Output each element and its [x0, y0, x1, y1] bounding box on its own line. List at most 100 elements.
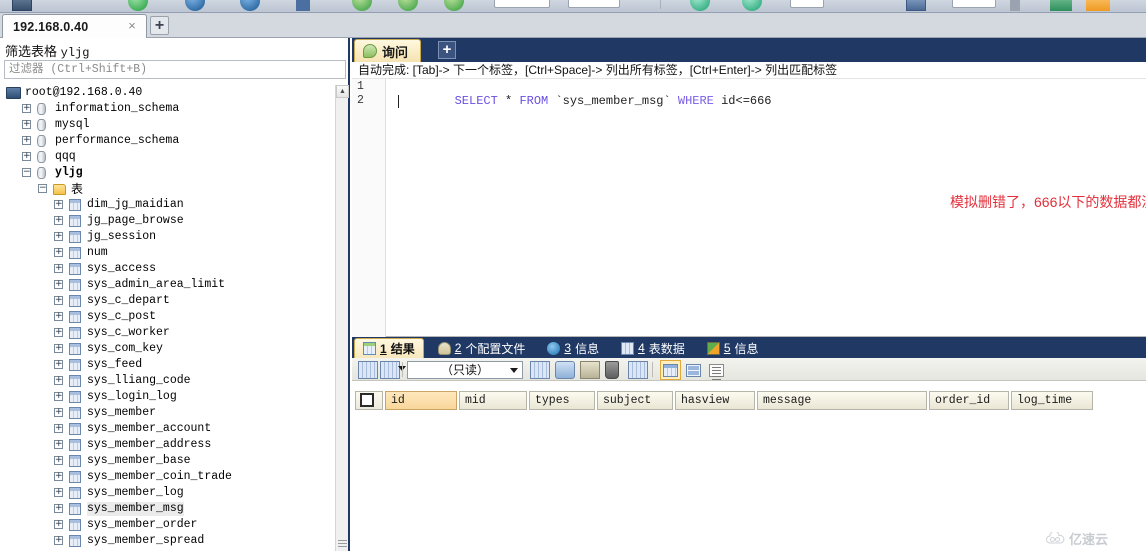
- tree-item-dim_jg_maidian[interactable]: + dim_jg_maidian: [0, 197, 335, 213]
- tree-item-sys_login_log[interactable]: + sys_login_log: [0, 389, 335, 405]
- tree-expander[interactable]: +: [54, 424, 63, 433]
- tree-item-sys_member_address[interactable]: + sys_member_address: [0, 437, 335, 453]
- misc-icon[interactable]: [1010, 0, 1020, 11]
- tree-expander[interactable]: +: [54, 536, 63, 545]
- tree-item-[interactable]: − 表: [0, 181, 335, 197]
- tree-expander[interactable]: +: [54, 280, 63, 289]
- tree-expander[interactable]: +: [54, 472, 63, 481]
- result-tab-5[interactable]: 5 信息: [699, 338, 767, 358]
- scroll-up-arrow[interactable]: ▲: [336, 85, 349, 98]
- grid-export-icon[interactable]: [380, 361, 400, 379]
- trash-icon[interactable]: [605, 361, 619, 379]
- tree-expander[interactable]: +: [54, 520, 63, 529]
- tree-item-sys_member_base[interactable]: + sys_member_base: [0, 453, 335, 469]
- export-icon[interactable]: [240, 0, 260, 11]
- tree-item-sys_member_order[interactable]: + sys_member_order: [0, 517, 335, 533]
- grid-import-icon[interactable]: [358, 361, 378, 379]
- run-icon[interactable]: [398, 0, 418, 11]
- new-connection-tab-button[interactable]: +: [150, 16, 169, 35]
- tree-item-jg_session[interactable]: + jg_session: [0, 229, 335, 245]
- tree-item-sys_feed[interactable]: + sys_feed: [0, 357, 335, 373]
- tree-expander[interactable]: +: [54, 504, 63, 513]
- tree-item-jg_page_browse[interactable]: + jg_page_browse: [0, 213, 335, 229]
- grid-column-header[interactable]: log_time: [1011, 391, 1093, 410]
- tree-item-sys_member_account[interactable]: + sys_member_account: [0, 421, 335, 437]
- new-icon[interactable]: [352, 0, 372, 11]
- tree-expander[interactable]: +: [54, 312, 63, 321]
- duplicate-record-icon[interactable]: [555, 361, 575, 379]
- tree-item-sys_member_msg[interactable]: + sys_member_msg: [0, 501, 335, 517]
- tree-item-sys_admin_area_limit[interactable]: + sys_admin_area_limit: [0, 277, 335, 293]
- filter-input[interactable]: 过滤器 (Ctrl+Shift+B): [4, 60, 346, 79]
- grid-column-header[interactable]: mid: [459, 391, 527, 410]
- tree-expander[interactable]: −: [22, 168, 31, 177]
- second-box[interactable]: [568, 0, 620, 8]
- result-tab-3[interactable]: 3 信息: [539, 338, 607, 358]
- tree-item-sys_c_post[interactable]: + sys_c_post: [0, 309, 335, 325]
- tree-item-information_schema[interactable]: + information_schema: [0, 101, 335, 117]
- grid-column-header[interactable]: subject: [597, 391, 673, 410]
- settings-icon[interactable]: [790, 0, 824, 8]
- result-tab-4[interactable]: 4 表数据: [613, 338, 693, 358]
- tree-expander[interactable]: +: [54, 376, 63, 385]
- form-view-button[interactable]: [683, 360, 704, 380]
- tree-item-sys_lliang_code[interactable]: + sys_lliang_code: [0, 373, 335, 389]
- tree-item-sys_member[interactable]: + sys_member: [0, 405, 335, 421]
- tree-expander[interactable]: +: [22, 120, 31, 129]
- add-record-icon[interactable]: [530, 361, 550, 379]
- tree-expander[interactable]: +: [54, 344, 63, 353]
- import-icon[interactable]: [185, 0, 205, 11]
- tree-expander[interactable]: +: [54, 408, 63, 417]
- tree-expander[interactable]: +: [22, 104, 31, 113]
- result-tab-1[interactable]: 1 结果: [354, 338, 424, 358]
- tree-item-sys_com_key[interactable]: + sys_com_key: [0, 341, 335, 357]
- tree-item-root192168040[interactable]: root@192.168.0.40: [0, 85, 335, 101]
- tree-item-yljg[interactable]: − yljg: [0, 165, 335, 181]
- text-view-button[interactable]: [706, 360, 727, 380]
- extra-box[interactable]: [952, 0, 996, 8]
- tree-expander[interactable]: +: [54, 264, 63, 273]
- arrow-icon[interactable]: [296, 0, 310, 11]
- discard-icon[interactable]: [628, 361, 648, 379]
- address-box[interactable]: [494, 0, 550, 8]
- commit-icon[interactable]: [690, 0, 710, 11]
- grid-column-header[interactable]: message: [757, 391, 927, 410]
- connection-tab-192-168-0-40[interactable]: 192.168.0.40 ×: [2, 14, 147, 38]
- stop-icon[interactable]: [444, 0, 464, 11]
- tree-expander[interactable]: −: [38, 184, 47, 193]
- tree-expander[interactable]: +: [54, 488, 63, 497]
- result-tab-2[interactable]: 2 个配置文件: [430, 338, 534, 358]
- tree-item-sys_access[interactable]: + sys_access: [0, 261, 335, 277]
- tree-item-performance_schema[interactable]: + performance_schema: [0, 133, 335, 149]
- tree-item-sys_c_worker[interactable]: + sys_c_worker: [0, 325, 335, 341]
- rollback-icon[interactable]: [742, 0, 762, 11]
- tree-item-mysql[interactable]: + mysql: [0, 117, 335, 133]
- tree-expander[interactable]: +: [54, 248, 63, 257]
- tree-expander[interactable]: +: [54, 392, 63, 401]
- save-disk-icon[interactable]: [580, 361, 600, 379]
- grid-column-header[interactable]: id: [385, 391, 457, 410]
- database-tree[interactable]: root@192.168.0.40 + information_schema + mys…: [0, 85, 335, 551]
- select-all-checkbox[interactable]: [360, 393, 374, 407]
- tree-expander[interactable]: +: [54, 200, 63, 209]
- tree-item-sys_member_spread[interactable]: + sys_member_spread: [0, 533, 335, 549]
- chevron-down-icon[interactable]: [510, 368, 518, 373]
- help-icon[interactable]: [860, 0, 884, 11]
- query-tab[interactable]: 询问: [354, 39, 422, 62]
- sql-editor[interactable]: 自动完成: [Tab]-> 下一个标签，[Ctrl+Space]-> 列出所有标…: [352, 62, 1146, 337]
- grid-column-header[interactable]: order_id: [929, 391, 1009, 410]
- grid-column-header[interactable]: types: [529, 391, 595, 410]
- tree-item-sys_c_depart[interactable]: + sys_c_depart: [0, 293, 335, 309]
- tree-expander[interactable]: +: [22, 152, 31, 161]
- tree-item-num[interactable]: + num: [0, 245, 335, 261]
- tree-item-qqq[interactable]: + qqq: [0, 149, 335, 165]
- result-grid[interactable]: id mid types subject hasview message order_id l…: [352, 381, 1146, 551]
- tree-expander[interactable]: +: [54, 296, 63, 305]
- grid-icon[interactable]: [906, 0, 926, 11]
- green-icon[interactable]: [1050, 0, 1072, 11]
- orange-icon[interactable]: [1086, 0, 1110, 11]
- grid-column-header[interactable]: hasview: [675, 391, 755, 410]
- tree-expander[interactable]: +: [54, 456, 63, 465]
- scroll-track[interactable]: [337, 99, 348, 499]
- close-icon[interactable]: ×: [126, 19, 138, 32]
